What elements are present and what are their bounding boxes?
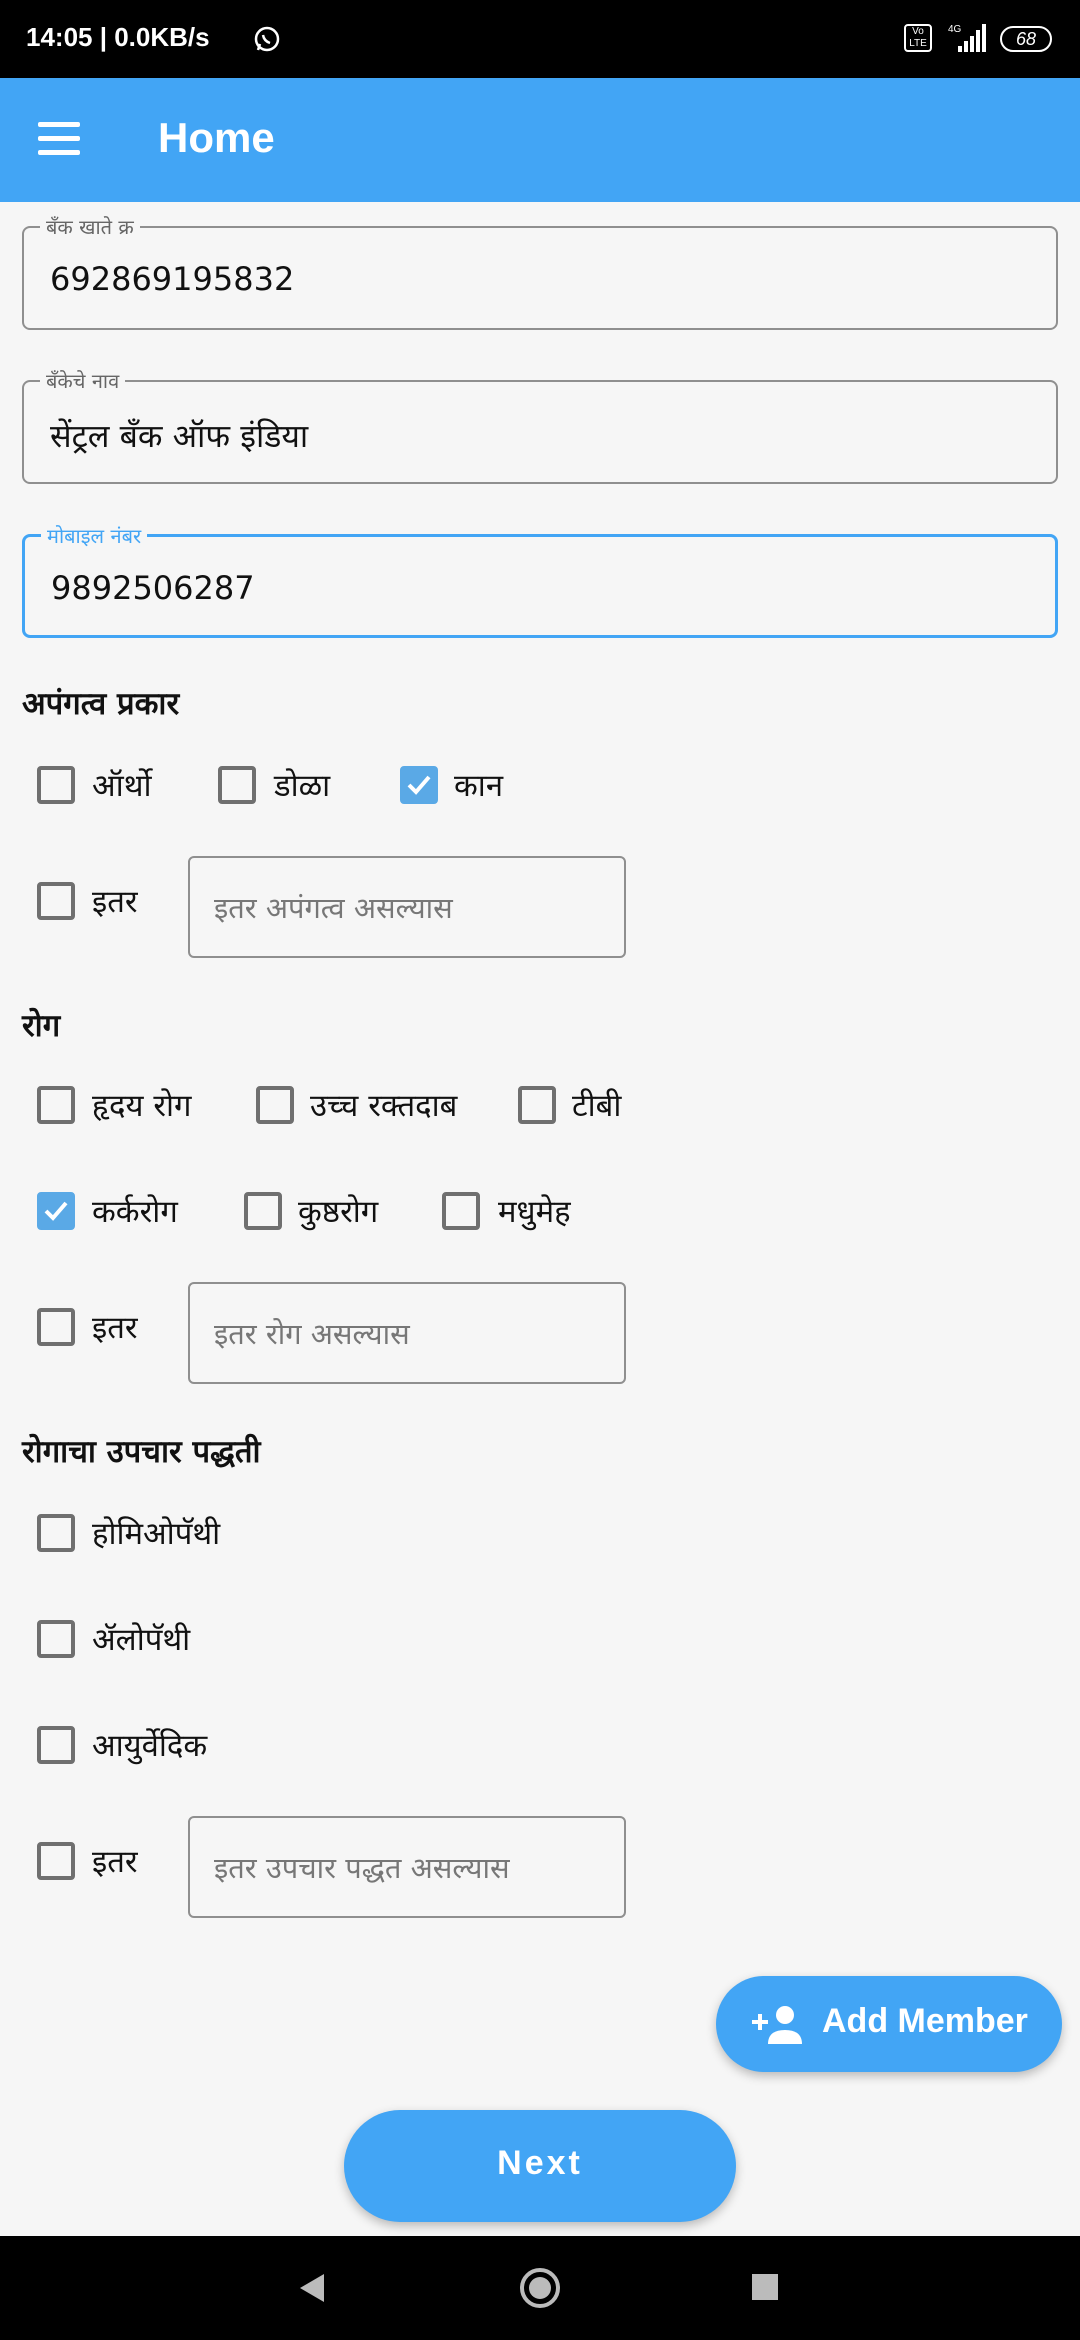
disability-other-input[interactable]: इतर अपंगत्व असल्यास xyxy=(188,856,626,958)
checkbox-ortho-label: ऑर्थो xyxy=(92,768,152,804)
status-bar: 14:05 | 0.0KB/s Vo LTE 4G 68 xyxy=(0,0,1080,78)
checkmark-icon xyxy=(407,775,431,795)
bank-account-field[interactable]: बँक खाते क्र 692869195832 xyxy=(22,213,1058,330)
treatment-other-placeholder: इतर उपचार पद्धत असल्यास xyxy=(214,1851,510,1885)
checkbox-ear[interactable] xyxy=(400,766,438,804)
checkbox-disability-other[interactable] xyxy=(37,882,75,920)
bank-name-value: सेंट्रल बँक ऑफ इंडिया xyxy=(50,417,309,455)
add-member-label: Add Member xyxy=(822,2002,1028,2040)
checkbox-homeopathy-label: होमिओपॅथी xyxy=(92,1516,221,1552)
treatment-other-input[interactable]: इतर उपचार पद्धत असल्यास xyxy=(188,1816,626,1918)
disability-other-placeholder: इतर अपंगत्व असल्यास xyxy=(214,891,453,925)
checkbox-heart-disease[interactable] xyxy=(37,1086,75,1124)
menu-icon[interactable] xyxy=(38,120,84,160)
disability-heading: अपंगत्व प्रकार xyxy=(22,686,180,722)
checkbox-disability-other-label: इतर xyxy=(92,884,138,920)
recent-apps-icon[interactable] xyxy=(752,2274,778,2300)
checkbox-cancer[interactable] xyxy=(37,1192,75,1230)
checkbox-disease-other[interactable] xyxy=(37,1308,75,1346)
bank-name-field[interactable]: बँकेचे नाव सेंट्रल बँक ऑफ इंडिया xyxy=(22,367,1058,484)
next-label: Next xyxy=(497,2144,583,2182)
signal-icon: 4G xyxy=(948,24,986,52)
checkbox-eye-label: डोळा xyxy=(274,768,331,804)
mobile-number-field[interactable]: मोबाइल नंबर 9892506287 xyxy=(22,522,1058,638)
checkbox-disease-other-label: इतर xyxy=(92,1310,138,1346)
checkbox-hypertension-label: उच्च रक्तदाब xyxy=(310,1088,458,1124)
bank-account-label: बँक खाते क्र xyxy=(40,213,140,240)
checkmark-icon xyxy=(44,1201,68,1221)
checkbox-eye[interactable] xyxy=(218,766,256,804)
checkbox-treatment-other-label: इतर xyxy=(92,1844,138,1880)
whatsapp-icon xyxy=(254,26,280,52)
checkbox-allopathy[interactable] xyxy=(37,1620,75,1658)
status-time: 14:05 | 0.0KB/s xyxy=(26,22,210,52)
disease-heading: रोग xyxy=(22,1008,61,1044)
checkbox-heart-disease-label: हृदय रोग xyxy=(92,1088,192,1124)
checkbox-hypertension[interactable] xyxy=(256,1086,294,1124)
checkbox-diabetes-label: मधुमेह xyxy=(498,1194,571,1230)
add-member-button[interactable]: Add Member xyxy=(716,1976,1062,2072)
volte-icon: Vo LTE xyxy=(904,24,932,52)
checkbox-leprosy[interactable] xyxy=(244,1192,282,1230)
navigation-bar xyxy=(0,2236,1080,2340)
person-add-icon xyxy=(752,2006,802,2044)
disease-other-placeholder: इतर रोग असल्यास xyxy=(214,1317,410,1351)
svg-text:4G: 4G xyxy=(948,24,962,35)
checkbox-homeopathy[interactable] xyxy=(37,1514,75,1552)
disease-other-input[interactable]: इतर रोग असल्यास xyxy=(188,1282,626,1384)
bank-account-value: 692869195832 xyxy=(50,260,295,298)
checkbox-treatment-other[interactable] xyxy=(37,1842,75,1880)
next-button[interactable]: Next xyxy=(344,2110,736,2222)
checkbox-ortho[interactable] xyxy=(37,766,75,804)
mobile-number-label: मोबाइल नंबर xyxy=(41,522,148,549)
checkbox-tb-label: टीबी xyxy=(572,1088,622,1124)
home-icon[interactable] xyxy=(518,2266,562,2310)
checkbox-leprosy-label: कुष्ठरोग xyxy=(298,1194,379,1230)
checkbox-allopathy-label: ॲलोपॅथी xyxy=(92,1622,191,1658)
battery-icon: 68 xyxy=(1000,26,1052,52)
checkbox-tb[interactable] xyxy=(518,1086,556,1124)
page-title: Home xyxy=(158,114,275,161)
app-bar: Home xyxy=(0,78,1080,202)
checkbox-ayurvedic-label: आयुर्वेदिक xyxy=(92,1728,208,1764)
bank-name-label: बँकेचे नाव xyxy=(40,367,126,394)
mobile-number-value: 9892506287 xyxy=(51,569,255,607)
treatment-heading: रोगाचा उपचार पद्धती xyxy=(22,1434,261,1470)
checkbox-ayurvedic[interactable] xyxy=(37,1726,75,1764)
checkbox-cancer-label: कर्करोग xyxy=(92,1194,178,1230)
checkbox-ear-label: कान xyxy=(454,768,504,804)
checkbox-diabetes[interactable] xyxy=(442,1192,480,1230)
back-icon[interactable] xyxy=(296,2272,326,2304)
